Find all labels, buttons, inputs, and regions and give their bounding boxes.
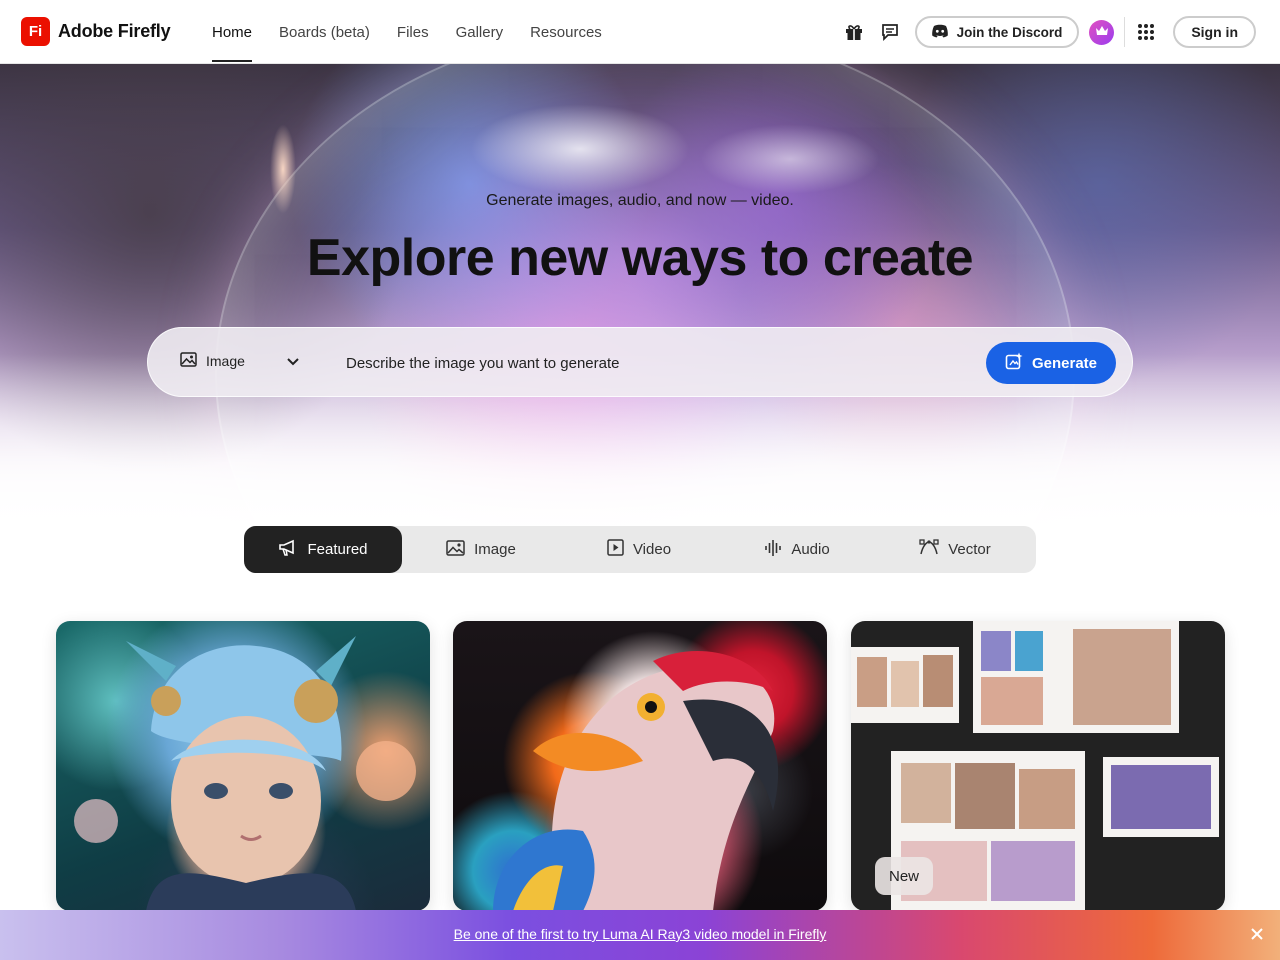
tab-label: Featured [307, 541, 368, 558]
new-badge: New [875, 857, 934, 895]
moodboard-tile [851, 647, 959, 723]
chevron-down-icon[interactable] [286, 354, 300, 372]
hero-cloud [700, 124, 880, 194]
video-icon [607, 539, 624, 560]
nav-item-files[interactable]: Files [397, 0, 429, 64]
image-icon [446, 539, 465, 560]
discord-label: Join the Discord [956, 24, 1063, 40]
generate-sparkle-icon [1005, 352, 1023, 374]
tab-label: Vector [948, 541, 991, 558]
tab-video[interactable]: Video [560, 526, 718, 573]
tab-featured[interactable]: Featured [244, 526, 402, 573]
anime-boy-image [74, 636, 416, 911]
featured-card-parrot[interactable] [453, 621, 827, 911]
tab-label: Image [474, 541, 516, 558]
close-icon[interactable] [1250, 927, 1264, 946]
tab-label: Audio [791, 541, 830, 558]
hero-title: Explore new ways to create [306, 229, 974, 287]
tab-audio[interactable]: Audio [718, 526, 876, 573]
audio-wave-icon [764, 539, 782, 561]
hero-cloud [470, 104, 690, 194]
brand-name: Adobe Firefly [58, 21, 171, 41]
image-icon [180, 352, 197, 370]
promo-banner: Be one of the first to try Luma AI Ray3 … [0, 910, 1280, 960]
prompt-input[interactable] [346, 350, 966, 376]
apps-grid-icon[interactable] [1135, 21, 1157, 43]
vector-pen-icon [919, 539, 939, 560]
tab-label: Video [632, 541, 672, 558]
featured-card-anime-boy[interactable] [56, 621, 430, 911]
top-header: Fi Adobe Firefly Home Boards (beta) File… [0, 0, 1280, 64]
nav-item-home[interactable]: Home [212, 0, 253, 64]
featured-card-moodboard[interactable]: New [851, 621, 1225, 911]
main-nav: Home Boards (beta) Files Gallery Resourc… [212, 0, 629, 64]
moodboard-tile [1103, 757, 1219, 837]
sign-in-button[interactable]: Sign in [1173, 16, 1256, 48]
premium-avatar[interactable] [1089, 19, 1115, 45]
moodboard-tile [973, 621, 1179, 733]
tab-vector[interactable]: Vector [876, 526, 1034, 573]
header-actions: Join the Discord Sign in [843, 0, 1256, 64]
promo-link[interactable]: Be one of the first to try Luma AI Ray3 … [0, 926, 1280, 942]
nav-item-resources[interactable]: Resources [530, 0, 602, 64]
media-type-label: Image [206, 353, 245, 369]
category-tabs: Featured Image Video Audio Vector [244, 526, 1036, 573]
chat-icon[interactable] [879, 21, 901, 43]
discord-icon [931, 24, 949, 41]
gift-icon[interactable] [843, 21, 865, 43]
nav-item-gallery[interactable]: Gallery [456, 0, 504, 64]
generate-label: Generate [1031, 354, 1098, 372]
tab-image[interactable]: Image [402, 526, 560, 573]
generate-button[interactable]: Generate [986, 342, 1116, 384]
hero-subtitle: Generate images, audio, and now — video. [486, 192, 794, 209]
header-divider [1124, 17, 1126, 47]
media-type-selector[interactable]: Image [180, 352, 245, 370]
prompt-bar: Image Generate [147, 327, 1133, 397]
parrot-image [493, 651, 779, 911]
megaphone-icon [278, 539, 298, 561]
crown-icon [1095, 23, 1109, 41]
nav-item-boards[interactable]: Boards (beta) [279, 0, 370, 64]
join-discord-button[interactable]: Join the Discord [914, 16, 1080, 48]
brand[interactable]: Fi Adobe Firefly [21, 17, 171, 46]
hero-banner: Generate images, audio, and now — video.… [0, 64, 1280, 534]
firefly-logo: Fi [21, 17, 50, 46]
